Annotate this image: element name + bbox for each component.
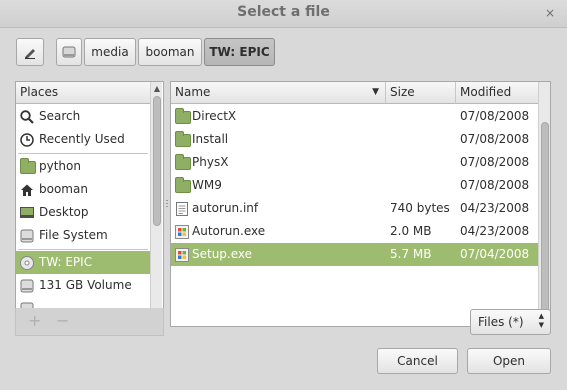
pencil-icon bbox=[25, 49, 35, 59]
clock-icon bbox=[20, 133, 34, 147]
file-list-scrollbar[interactable] bbox=[538, 82, 550, 326]
file-name: PhysX bbox=[192, 155, 229, 169]
cancel-button[interactable]: Cancel bbox=[377, 348, 458, 374]
edit-location-button[interactable] bbox=[16, 38, 44, 66]
places-scrollbar[interactable]: ▲ ▼ bbox=[150, 82, 162, 326]
file-name: Install bbox=[192, 132, 229, 146]
path-segment-tw-epic[interactable]: TW: EPIC bbox=[204, 38, 275, 66]
places-header: Places bbox=[16, 82, 150, 104]
file-modified: 07/08/2008 bbox=[460, 132, 530, 146]
file-name: Autorun.exe bbox=[192, 224, 266, 238]
places-item-recently-used[interactable]: Recently Used bbox=[16, 128, 150, 151]
places-separator bbox=[18, 249, 148, 250]
path-segment-media[interactable]: media bbox=[84, 38, 136, 66]
title-bar: Select a file × bbox=[0, 0, 567, 28]
places-item-131gb-volume[interactable]: 131 GB Volume bbox=[16, 274, 150, 297]
places-item-booman[interactable]: booman bbox=[16, 178, 150, 201]
file-chooser-dialog: media booman TW: EPIC Places Search Rece… bbox=[0, 28, 567, 390]
folder-icon bbox=[175, 131, 191, 147]
places-item-label: File System bbox=[39, 228, 108, 242]
file-type-filter-value: Files (*) bbox=[478, 315, 524, 329]
disc-icon bbox=[20, 256, 34, 270]
add-bookmark-button[interactable]: + bbox=[28, 311, 41, 330]
search-icon bbox=[20, 110, 34, 124]
file-row[interactable]: Install 07/08/2008 bbox=[171, 128, 538, 151]
file-name: WM9 bbox=[192, 178, 222, 192]
desktop-icon bbox=[20, 207, 34, 218]
places-item-label: Desktop bbox=[39, 205, 89, 219]
close-icon[interactable]: × bbox=[543, 6, 557, 20]
text-file-icon bbox=[176, 202, 188, 216]
file-row[interactable]: DirectX 07/08/2008 bbox=[171, 105, 538, 128]
scroll-up-icon[interactable]: ▲ bbox=[151, 84, 163, 93]
file-size: 740 bytes bbox=[390, 201, 450, 215]
places-item-file-system[interactable]: File System bbox=[16, 224, 150, 247]
path-root-button[interactable] bbox=[56, 38, 82, 66]
file-modified: 07/04/2008 bbox=[460, 247, 530, 261]
file-size: 5.7 MB bbox=[390, 247, 432, 261]
folder-icon bbox=[175, 108, 191, 124]
drive-icon bbox=[20, 229, 34, 243]
places-pane: Places Search Recently Used python booma… bbox=[15, 81, 164, 327]
file-modified: 04/23/2008 bbox=[460, 201, 530, 215]
column-header-modified[interactable]: Modified bbox=[456, 82, 539, 104]
path-segment-booman[interactable]: booman bbox=[138, 38, 202, 66]
drive-icon bbox=[62, 46, 76, 58]
file-modified: 07/08/2008 bbox=[460, 109, 530, 123]
places-item-label: Search bbox=[39, 109, 81, 123]
file-row[interactable]: WM9 07/08/2008 bbox=[171, 174, 538, 197]
bookmark-toolbar: + − bbox=[15, 308, 164, 336]
open-button[interactable]: Open bbox=[467, 348, 551, 374]
places-item-desktop[interactable]: Desktop bbox=[16, 201, 150, 224]
column-header-size[interactable]: Size bbox=[386, 82, 456, 104]
places-item-search[interactable]: Search bbox=[16, 105, 150, 128]
folder-icon bbox=[20, 158, 36, 174]
window-title: Select a file bbox=[237, 4, 330, 20]
file-modified: 04/23/2008 bbox=[460, 224, 530, 238]
file-name: DirectX bbox=[192, 109, 237, 123]
places-item-label: python bbox=[39, 159, 81, 173]
file-size: 2.0 MB bbox=[390, 224, 432, 238]
sort-descending-icon: ▼ bbox=[372, 87, 379, 97]
file-modified: 07/08/2008 bbox=[460, 155, 530, 169]
file-row-selected[interactable]: Setup.exe 5.7 MB 07/04/2008 bbox=[171, 243, 538, 266]
file-row[interactable]: autorun.inf 740 bytes 04/23/2008 bbox=[171, 197, 538, 220]
places-scroll-thumb[interactable] bbox=[153, 96, 161, 226]
file-list-scroll-thumb[interactable] bbox=[541, 122, 549, 312]
file-type-filter[interactable]: Files (*) ▲ ▼ bbox=[470, 309, 551, 335]
file-modified: 07/08/2008 bbox=[460, 178, 530, 192]
column-header-name[interactable]: Name ▼ bbox=[171, 82, 386, 104]
places-separator bbox=[18, 153, 148, 154]
places-item-label: 131 GB Volume bbox=[39, 278, 132, 292]
places-item-label: Recently Used bbox=[39, 132, 125, 146]
places-item-label: TW: EPIC bbox=[39, 255, 93, 269]
places-item-label: booman bbox=[39, 182, 88, 196]
file-row[interactable]: PhysX 07/08/2008 bbox=[171, 151, 538, 174]
remove-bookmark-button[interactable]: − bbox=[56, 311, 69, 330]
home-icon bbox=[21, 184, 33, 196]
file-name: autorun.inf bbox=[192, 201, 259, 215]
executable-icon bbox=[175, 248, 189, 262]
file-row[interactable]: Autorun.exe 2.0 MB 04/23/2008 bbox=[171, 220, 538, 243]
drive-icon bbox=[20, 279, 34, 293]
spin-arrows-icon: ▲ ▼ bbox=[538, 312, 544, 329]
file-name: Setup.exe bbox=[192, 247, 253, 261]
folder-icon bbox=[175, 154, 191, 170]
executable-icon bbox=[175, 225, 189, 239]
places-item-python[interactable]: python bbox=[16, 155, 150, 178]
folder-icon bbox=[175, 177, 191, 193]
column-header-name-label: Name bbox=[175, 85, 211, 99]
places-item-tw-epic[interactable]: TW: EPIC bbox=[16, 251, 150, 274]
file-list-pane: Name ▼ Size Modified DirectX 07/08/2008 … bbox=[170, 81, 551, 327]
